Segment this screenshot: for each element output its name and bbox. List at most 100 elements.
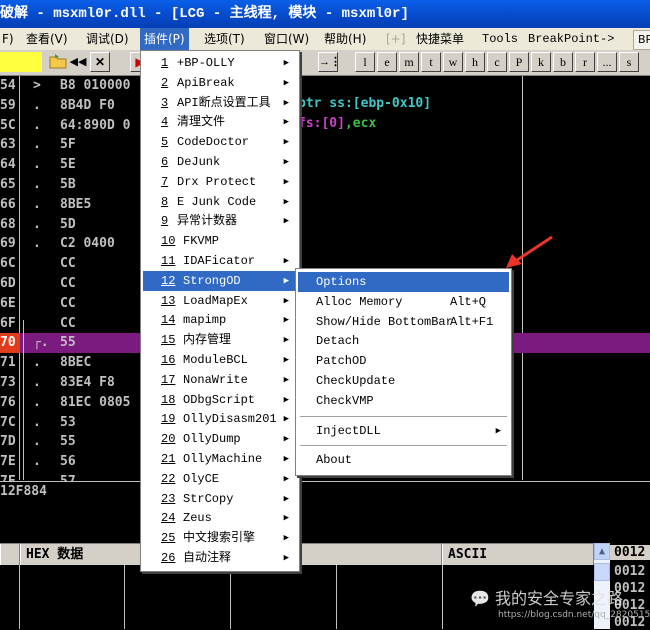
menu-item-number: 15 <box>161 333 176 348</box>
strongod-menu-item[interactable]: Show/Hide BottomBar Alt+F1 <box>298 312 509 332</box>
menu-breakpoint[interactable]: BreakPoint-> <box>524 28 618 50</box>
close-icon[interactable]: ✕ <box>90 52 110 72</box>
submenu-arrow-icon: ▶ <box>283 295 289 306</box>
menu-item-label: OllyDump <box>183 432 241 447</box>
menu-item-number: 9 <box>161 214 169 229</box>
column-divider <box>522 76 523 480</box>
watermark-text: 我的安全专家之路 <box>495 589 624 608</box>
open-folder-icon[interactable] <box>48 52 68 72</box>
plugin-menu-item[interactable]: 2 ApiBreak ▶ <box>143 73 297 93</box>
dump-header-address[interactable] <box>0 544 20 565</box>
scroll-thumb[interactable] <box>594 563 610 581</box>
plugin-menu-item[interactable]: 16 ModuleBCL ▶ <box>143 350 297 370</box>
disasm-mark: . <box>33 117 41 133</box>
strongod-menu-item[interactable]: Detach <box>298 331 509 351</box>
plugin-menu-item[interactable]: 15 内存管理 ▶ <box>143 330 297 350</box>
menu-view[interactable]: 查看(V) <box>22 28 72 50</box>
menu-item-number: 25 <box>161 531 176 546</box>
disasm-mark: . <box>33 216 41 232</box>
scroll-up-icon[interactable]: ▲ <box>594 543 610 560</box>
toolbar-btn-m[interactable]: m <box>399 52 419 72</box>
toolbar-btn-w[interactable]: w <box>443 52 463 72</box>
plugin-menu-item[interactable]: 6 DeJunk ▶ <box>143 152 297 172</box>
plugin-menu-item[interactable]: 22 OlyCE ▶ <box>143 469 297 489</box>
menu-help[interactable]: 帮助(H) <box>320 28 370 50</box>
strongod-menu-item[interactable]: CheckVMP <box>298 391 509 411</box>
plugin-menu-item[interactable]: 7 Drx Protect ▶ <box>143 172 297 192</box>
toolbar-btn-p[interactable]: P <box>509 52 529 72</box>
rewind-icon[interactable]: ◀◀ <box>68 52 88 72</box>
menu-item-number: 19 <box>161 412 176 427</box>
plugin-menu-item[interactable]: 26 自动注释 ▶ <box>143 548 297 568</box>
menu-bar: F) 查看(V) 调试(D) 插件(P) 选项(T) 窗口(W) 帮助(H) [… <box>0 28 650 50</box>
plugin-menu-item[interactable]: 20 OllyDump ▶ <box>143 429 297 449</box>
plugin-menu-item[interactable]: 13 LoadMapEx ▶ <box>143 291 297 311</box>
menu-item-label: ODbgScript <box>183 392 256 407</box>
toolbar-btn-c[interactable]: c <box>487 52 507 72</box>
plugin-menu-item[interactable]: 18 ODbgScript ▶ <box>143 390 297 410</box>
menu-item-label: OlyCE <box>183 471 220 486</box>
disasm-mark: > <box>33 78 41 93</box>
stack-row: 0012 <box>614 564 646 579</box>
menu-tools[interactable]: Tools <box>478 28 522 50</box>
disasm-hex: 55 <box>60 434 76 450</box>
menu-file[interactable]: F) <box>0 28 18 50</box>
menu-item-label: Detach <box>316 334 360 349</box>
strongod-menu-item[interactable]: Options <box>298 272 509 292</box>
toolbar-btn-more[interactable]: ... <box>597 52 617 72</box>
strongod-menu-item[interactable]: InjectDLL ▶ <box>298 421 509 441</box>
toolbar-btn-r[interactable]: r <box>575 52 595 72</box>
plugin-menu-item[interactable]: 23 StrCopy ▶ <box>143 489 297 509</box>
disasm-addr: 6F <box>0 315 16 331</box>
watermark: 💬 我的安全专家之路 <box>470 585 623 609</box>
submenu-arrow-icon: ▶ <box>283 176 289 187</box>
menu-window[interactable]: 窗口(W) <box>260 28 313 50</box>
strongod-menu-item[interactable]: CheckUpdate <box>298 371 509 391</box>
menu-item-label: PatchOD <box>316 354 367 369</box>
step-into-icon[interactable]: →⋮ <box>318 52 341 72</box>
plugin-menu-item[interactable]: 12 StrongOD ▶ <box>143 270 297 291</box>
disasm-addr: 66 <box>0 196 16 212</box>
plugin-menu-item[interactable]: 11 IDAFicator ▶ <box>143 251 297 271</box>
toolbar-btn-t[interactable]: t <box>421 52 441 72</box>
menu-options[interactable]: 选项(T) <box>200 28 249 50</box>
menu-item-shortcut: Alt+F1 <box>450 314 494 329</box>
bp-button[interactable]: BP <box>633 30 650 50</box>
plugin-menu-item[interactable]: 10 FKVMP <box>143 231 297 251</box>
plugin-menu-item[interactable]: 21 OllyMachine ▶ <box>143 449 297 469</box>
strongod-menu-item[interactable]: PatchOD <box>298 351 509 371</box>
toolbar-btn-s[interactable]: s <box>619 52 639 72</box>
plugin-menu-item[interactable]: 19 OllyDisasm201 ▶ <box>143 409 297 429</box>
submenu-arrow-icon: ▶ <box>283 533 289 544</box>
plugin-menu-item[interactable]: 3 API断点设置工具 ▶ <box>143 93 297 113</box>
plugin-menu-item[interactable]: 24 Zeus ▶ <box>143 508 297 528</box>
window-title: 破解 - msxml0r.dll - [LCG - 主线程, 模块 - msxm… <box>0 6 409 22</box>
plugin-menu-item[interactable]: 8 E Junk Code ▶ <box>143 192 297 212</box>
disasm-mark: . <box>33 177 41 192</box>
menu-item-label: DeJunk <box>177 155 221 169</box>
toolbar-btn-e[interactable]: e <box>377 52 397 72</box>
toolbar-btn-b[interactable]: b <box>553 52 573 72</box>
menu-item-number: 18 <box>161 392 176 407</box>
plugin-menu-item[interactable]: 5 CodeDoctor ▶ <box>143 132 297 152</box>
toolbar-btn-l[interactable]: l <box>355 52 375 72</box>
menu-shortcuts[interactable]: 快捷菜单 <box>412 28 468 50</box>
address-field[interactable] <box>0 52 42 72</box>
submenu-arrow-icon: ▶ <box>283 355 289 365</box>
plugin-menu-item[interactable]: 25 中文搜索引擎 ▶ <box>143 528 297 548</box>
submenu-arrow-icon: ▶ <box>283 394 289 405</box>
menu-debug[interactable]: 调试(D) <box>82 28 133 50</box>
strongod-menu-item[interactable]: About <box>298 450 509 470</box>
toolbar-btn-k[interactable]: k <box>531 52 551 72</box>
toolbar-btn-h[interactable]: h <box>465 52 485 72</box>
plugin-menu-item[interactable]: 1 +BP-OLLY ▶ <box>143 53 297 73</box>
menu-item-number: 4 <box>161 115 169 130</box>
plugin-menu-item[interactable]: 4 清理文件 ▶ <box>143 112 297 132</box>
menu-plugins[interactable]: 插件(P) <box>140 28 189 50</box>
plugin-menu-item[interactable]: 14 mapimp ▶ <box>143 310 297 330</box>
strongod-menu-item[interactable]: Alloc Memory Alt+Q <box>298 292 509 312</box>
menu-plus[interactable]: [+] <box>382 28 409 50</box>
plugin-menu-item[interactable]: 17 NonaWrite ▶ <box>143 370 297 390</box>
dump-header-ascii[interactable]: ASCII <box>442 544 594 565</box>
plugin-menu-item[interactable]: 9 异常计数器 ▶ <box>143 211 297 231</box>
